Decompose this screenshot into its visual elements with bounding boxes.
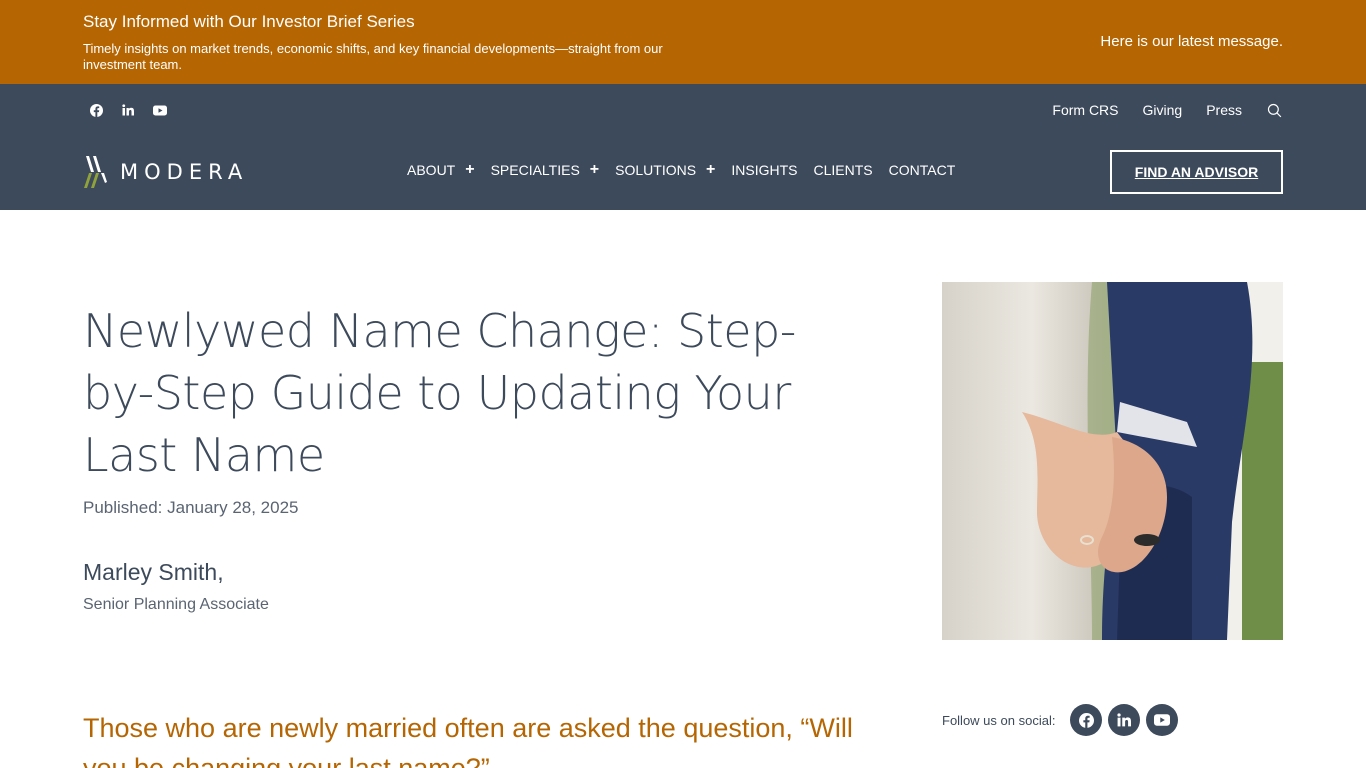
modera-logo[interactable]: MODERA: [84, 156, 248, 188]
published-date: Published: January 28, 2025: [83, 498, 299, 517]
latest-message-link[interactable]: Here is our latest message.: [1100, 33, 1283, 50]
nav-label: SPECIALTIES: [490, 162, 580, 178]
follow-social: Follow us on social:: [942, 704, 1179, 736]
main-nav: ABOUT + SPECIALTIES + SOLUTIONS + INSIGH…: [407, 162, 971, 179]
press-link[interactable]: Press: [1206, 102, 1242, 118]
follow-label: Follow us on social:: [942, 712, 1056, 728]
nav-label: CLIENTS: [813, 162, 873, 178]
nav-about[interactable]: ABOUT +: [407, 162, 475, 179]
nav-specialties[interactable]: SPECIALTIES +: [490, 162, 600, 179]
nav-label: INSIGHTS: [731, 162, 798, 178]
article-title: Newlywed Name Change: Step-by-Step Guide…: [83, 304, 796, 482]
giving-link[interactable]: Giving: [1143, 102, 1183, 118]
nav-label: ABOUT: [407, 162, 456, 178]
plus-icon[interactable]: +: [706, 162, 715, 178]
form-crs-link[interactable]: Form CRS: [1052, 102, 1118, 118]
header-social-links: [83, 98, 173, 122]
plus-icon[interactable]: +: [465, 162, 474, 178]
nav-insights[interactable]: INSIGHTS: [731, 162, 797, 178]
utility-nav: Form CRS Giving Press: [1028, 98, 1283, 122]
plus-icon[interactable]: +: [590, 162, 599, 178]
author-role: Senior Planning Associate: [83, 596, 269, 613]
article-lead: Those who are newly married often are as…: [83, 713, 853, 768]
article-hero-image: [942, 282, 1283, 640]
nav-label: SOLUTIONS: [615, 162, 697, 178]
nav-solutions[interactable]: SOLUTIONS +: [615, 162, 715, 179]
linkedin-icon[interactable]: [115, 98, 141, 122]
banner-subtitle: Timely insights on market trends, econom…: [83, 41, 663, 72]
facebook-icon[interactable]: [83, 98, 109, 122]
author-name[interactable]: Marley Smith,: [83, 559, 224, 586]
facebook-icon[interactable]: [1070, 704, 1103, 736]
youtube-icon[interactable]: [1146, 704, 1179, 736]
nav-clients[interactable]: CLIENTS: [814, 162, 873, 178]
youtube-icon[interactable]: [147, 98, 173, 122]
nav-label: CONTACT: [888, 162, 956, 178]
logo-mark-icon: [84, 156, 107, 188]
linkedin-icon[interactable]: [1108, 704, 1141, 736]
banner-title: Stay Informed with Our Investor Brief Se…: [83, 12, 415, 31]
site-header: Form CRS Giving Press MODERA ABOUT + SPE…: [0, 84, 1366, 210]
announcement-banner: Stay Informed with Our Investor Brief Se…: [0, 0, 1366, 84]
logo-wordmark: MODERA: [120, 160, 249, 184]
search-icon[interactable]: [1265, 101, 1283, 119]
follow-social-icons: [1070, 704, 1179, 736]
nav-contact[interactable]: CONTACT: [889, 162, 956, 178]
find-an-advisor-button[interactable]: FIND AN ADVISOR: [1110, 150, 1283, 194]
